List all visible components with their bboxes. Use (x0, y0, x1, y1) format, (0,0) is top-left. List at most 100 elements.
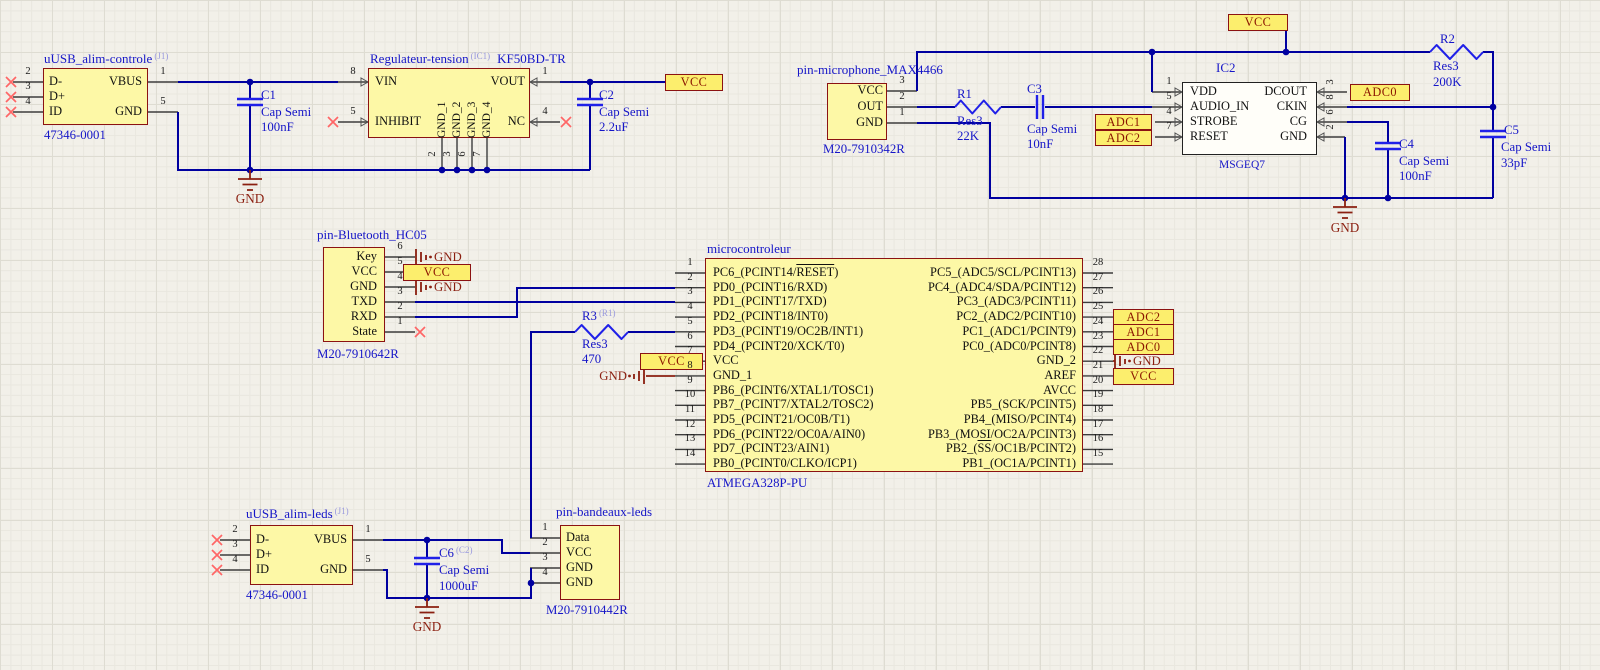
net-label-vcc[interactable]: VCC (665, 74, 723, 91)
gnd-label: GND (434, 280, 462, 294)
part-value: 100nF (1399, 169, 1432, 183)
component-title: microcontroleur (707, 242, 791, 256)
pin-number: 6 (385, 241, 415, 253)
pin-row[interactable]: 24 PC1_(ADC1/PCINT9) (660, 324, 1113, 339)
pin-name: GND (856, 115, 883, 130)
pin-name: GND_3 (466, 76, 479, 138)
pin-row[interactable]: 8 CKIN (1157, 99, 1317, 114)
pin-number: 2 (887, 91, 917, 103)
pin-number: 3 (530, 552, 560, 564)
pin-row[interactable]: 3 DCOUT (1157, 84, 1317, 99)
pin-row[interactable]: 1 VBUS (253, 532, 383, 547)
pin-number: 4 (220, 554, 250, 566)
pin-row[interactable]: 21 AREF (660, 368, 1113, 383)
pin-row[interactable]: 22 GND_2 (660, 353, 1113, 368)
pin-number: 23 (1083, 331, 1113, 343)
net-label-adc0[interactable]: ADC0 (1350, 84, 1410, 101)
pin-number: 2 (427, 142, 439, 166)
pin-row[interactable]: GND_4 7 (480, 74, 494, 166)
part-number: 47346-0001 (44, 128, 106, 142)
pin-name: DCOUT (1264, 84, 1307, 99)
pin-row[interactable]: 5 GND (253, 562, 383, 577)
part-ref: C6(C2) (439, 546, 472, 561)
pin-row[interactable]: 1 GND (770, 115, 917, 130)
net-label-adc2[interactable]: ADC2 (1095, 130, 1152, 146)
pin-name: CKIN (1277, 99, 1307, 114)
pin-name: PC3_(ADC3/PCINT11) (957, 294, 1076, 309)
pin-number: 1 (887, 107, 917, 119)
pin-number: 26 (1083, 286, 1113, 298)
pin-row[interactable]: 17 PB3_(MOSI/OC2A/PCINT3) (660, 427, 1113, 442)
pin-row[interactable]: 20 AVCC (660, 383, 1113, 398)
part-ref: R3(R1) (582, 309, 615, 324)
pin-row[interactable]: 5 GND (48, 104, 178, 119)
pin-number: 2 (220, 524, 250, 536)
part-type: Cap Semi (439, 563, 489, 577)
gnd-label: GND (585, 369, 627, 383)
part-ref: C1 (261, 88, 276, 102)
pin-row[interactable]: 16 PB2_(SS/OC1B/PCINT2) (660, 441, 1113, 456)
net-label-adc1[interactable]: ADC1 (1113, 324, 1174, 340)
pin-row[interactable]: 2 GND (1157, 129, 1317, 144)
pin-name: GND_2 (1037, 353, 1076, 368)
pin-row[interactable]: 1 VBUS (48, 74, 178, 89)
pin-name: VCC (566, 545, 591, 560)
part-type: Cap Semi (1501, 140, 1551, 154)
pin-row[interactable]: 19 PB5_(SCK/PCINT5) (660, 397, 1113, 412)
pin-row[interactable]: 25 PC2_(ADC2/PCINT10) (660, 309, 1113, 324)
pin-name: VBUS (109, 74, 142, 89)
pin-row[interactable]: 6 CG (1157, 114, 1317, 129)
pin-name: GND (566, 560, 593, 575)
pin-number: 4 (385, 271, 415, 283)
pin-number: 3 (13, 81, 43, 93)
part-value: 470 (582, 352, 601, 366)
component-title: pin-bandeaux-leds (556, 505, 652, 519)
pin-name: State (352, 324, 377, 339)
pin-number: 17 (1083, 419, 1113, 431)
pin-name: TXD (352, 294, 377, 309)
part-type: Res3 (957, 114, 983, 128)
part-type: Cap Semi (599, 105, 649, 119)
pin-name: GND (566, 575, 593, 590)
net-label-vcc[interactable]: VCC (1228, 14, 1288, 31)
part-type: Cap Semi (1399, 154, 1449, 168)
pin-row[interactable]: 15 PB1_(OC1A/PCINT1) (660, 456, 1113, 471)
net-label-adc0[interactable]: ADC0 (1113, 339, 1174, 355)
pin-row[interactable]: 18 PB4_(MISO/PCINT4) (660, 412, 1113, 427)
part-ref: R1 (957, 87, 972, 101)
pin-row[interactable]: 26 PC3_(ADC3/PCINT11) (660, 294, 1113, 309)
component-title: uUSB_alim-leds(J1) (246, 507, 349, 522)
pin-name: D+ (49, 89, 65, 104)
pin-name: Key (356, 249, 377, 264)
pin-name: OUT (858, 99, 883, 114)
pin-row[interactable]: 4 GND (528, 575, 658, 590)
component-title: IC2 (1216, 61, 1236, 75)
net-label-vcc[interactable]: VCC (1113, 368, 1174, 385)
schematic-canvas[interactable]: uUSB_alim-controle(J1) 47346-0001 Regula… (0, 0, 1600, 670)
pin-name: PB5_(SCK/PCINT5) (971, 397, 1076, 412)
component-title: pin-Bluetooth_HC05 (317, 228, 427, 242)
part-value: 200K (1433, 75, 1461, 89)
pin-row[interactable]: 1 State (270, 324, 415, 339)
pin-row[interactable]: 28 PC5_(ADC5/SCL/PCINT13) (660, 265, 1113, 280)
pin-number: 7 (472, 142, 484, 166)
pin-name: GND_2 (451, 76, 464, 138)
pin-name: D+ (256, 547, 272, 562)
net-label-adc2[interactable]: ADC2 (1113, 309, 1174, 325)
pin-number: 1 (530, 522, 560, 534)
pin-number: 5 (385, 256, 415, 268)
component-title: pin-microphone_MAX4466 (797, 63, 943, 77)
pin-row[interactable]: 23 PC0_(ADC0/PCINT8) (660, 339, 1113, 354)
pin-number: 2 (1325, 116, 1337, 138)
pin-row[interactable]: 27 PC4_(ADC4/SDA/PCINT12) (660, 280, 1113, 295)
part-ref: C5 (1504, 123, 1519, 137)
component-title: Regulateur-tension(IC1)KF50BD-TR (370, 52, 566, 67)
gnd-label: GND (226, 192, 274, 206)
pin-name: PB4_(MISO/PCINT4) (964, 412, 1076, 427)
pin-name: PB3_(MOSI/OC2A/PCINT3) (928, 427, 1076, 442)
pin-name: RXD (351, 309, 377, 324)
net-label-adc1[interactable]: ADC1 (1095, 114, 1152, 130)
part-type: Res3 (1433, 59, 1459, 73)
pin-number: 27 (1083, 272, 1113, 284)
pin-number: 5 (338, 106, 368, 118)
